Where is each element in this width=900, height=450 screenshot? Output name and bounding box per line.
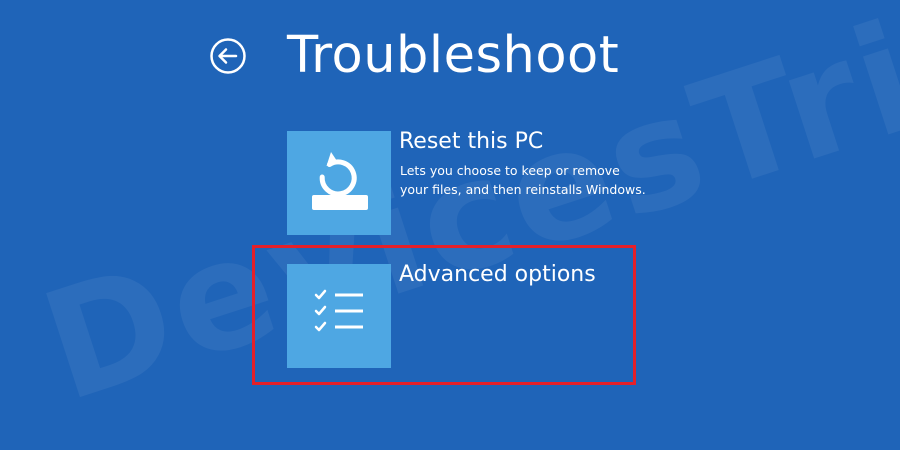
page-title: Troubleshoot xyxy=(287,26,620,85)
reset-this-pc-option[interactable]: Reset this PC Lets you choose to keep or… xyxy=(287,129,667,235)
checklist-icon xyxy=(314,289,363,332)
reset-this-pc-description-line2: your files, and then reinstalls Windows. xyxy=(400,182,646,197)
reset-pc-tile xyxy=(287,131,391,235)
reset-pc-icon xyxy=(312,152,368,210)
reset-this-pc-description: Lets you choose to keep or remove your f… xyxy=(400,161,660,199)
back-arrow-circle-icon xyxy=(210,38,246,74)
advanced-options-option[interactable]: Advanced options xyxy=(287,262,627,368)
back-button[interactable] xyxy=(210,38,246,74)
advanced-options-title: Advanced options xyxy=(399,262,596,287)
advanced-options-tile xyxy=(287,264,391,368)
reset-this-pc-description-line1: Lets you choose to keep or remove xyxy=(400,163,620,178)
reset-this-pc-title: Reset this PC xyxy=(399,129,544,154)
